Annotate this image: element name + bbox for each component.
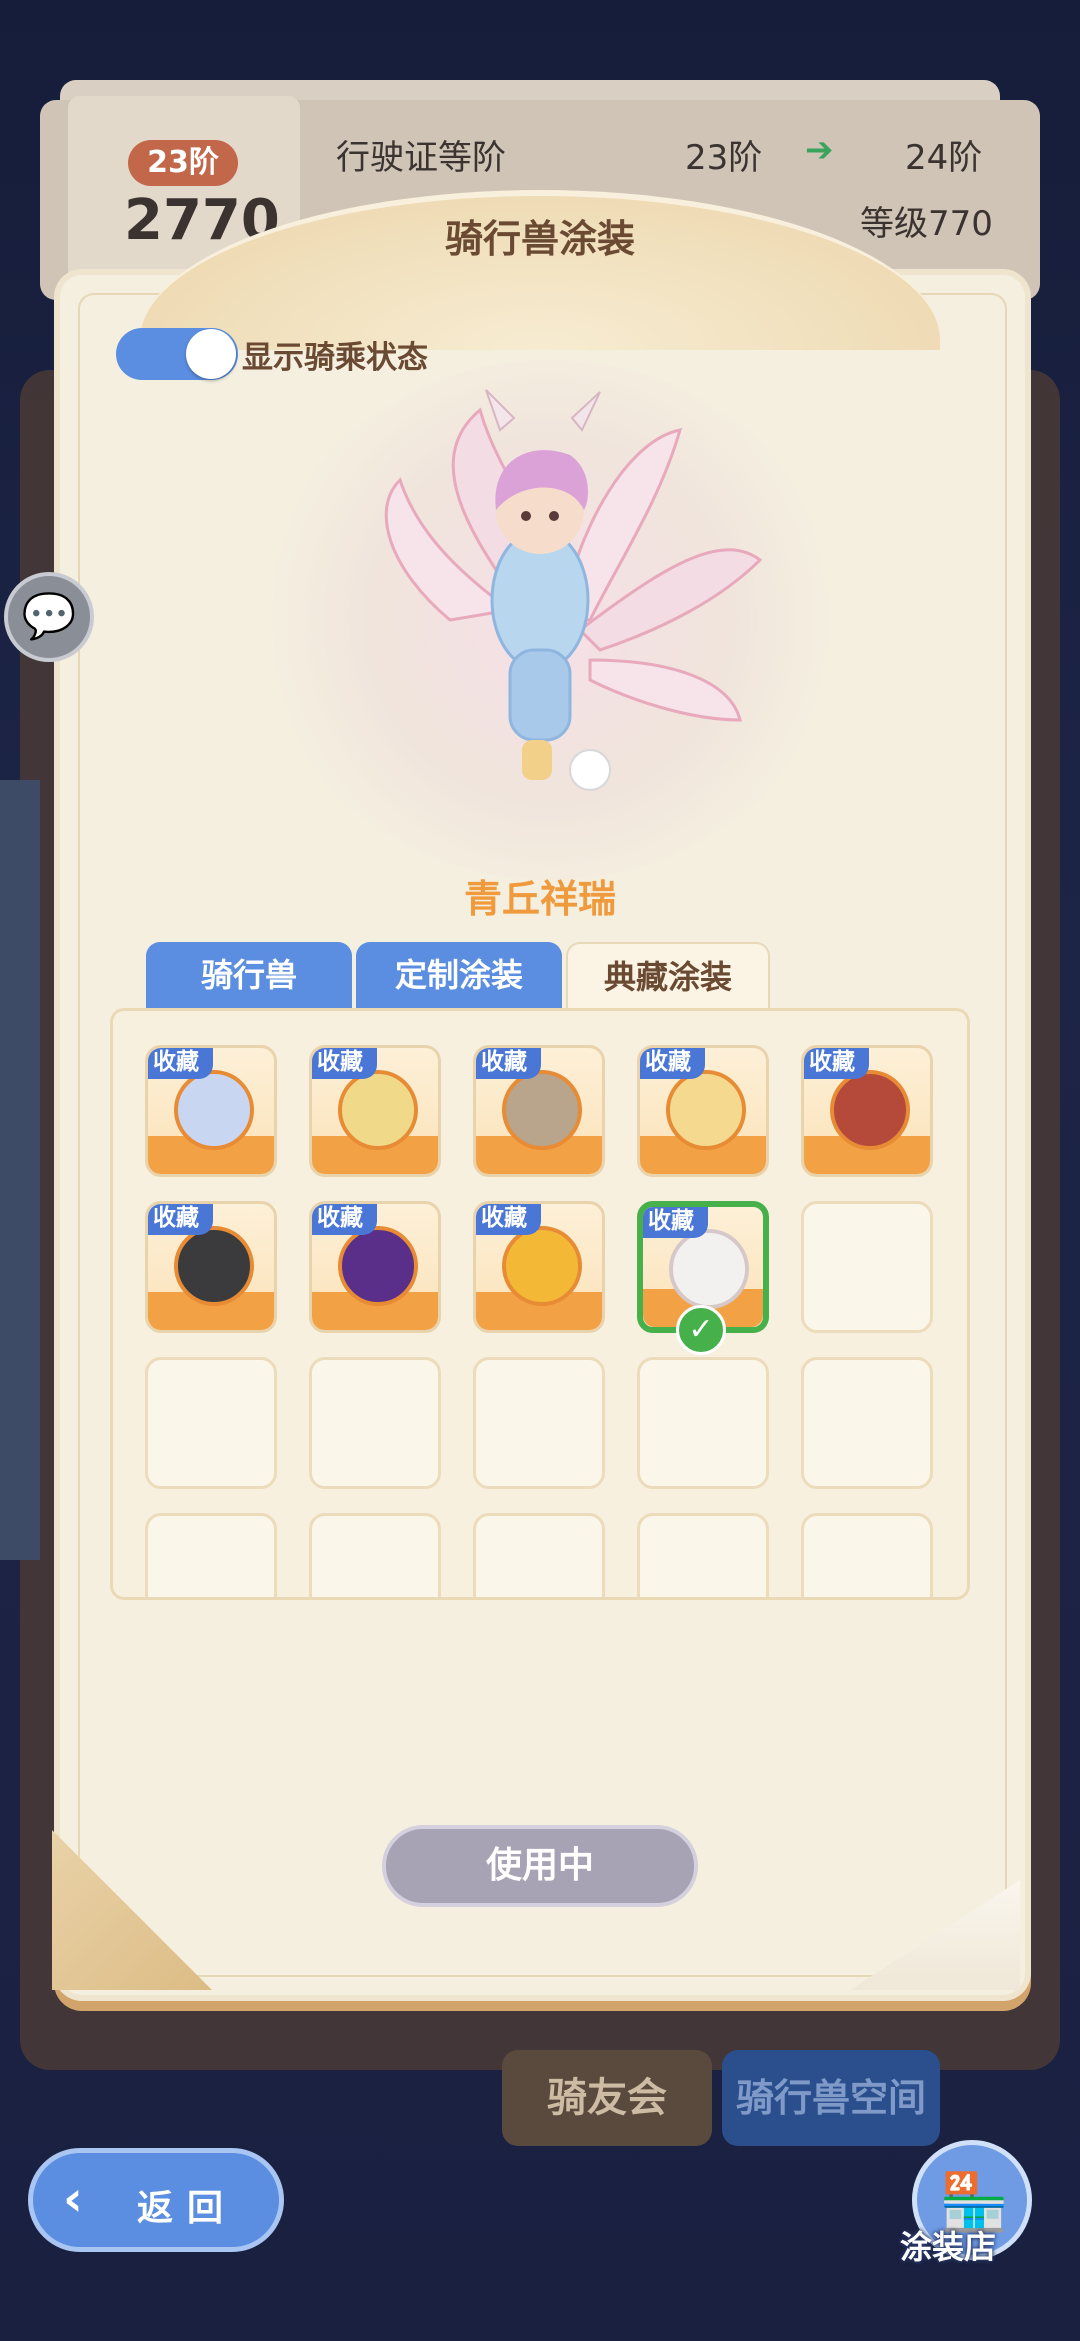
- tier-badge: 23阶: [128, 140, 238, 186]
- empty-slot[interactable]: [145, 1513, 277, 1597]
- dialog-title: 骑行兽涂装: [444, 217, 635, 261]
- collection-badge: 收藏: [148, 1048, 213, 1079]
- pass-title: 行驶证等阶: [336, 138, 506, 178]
- tab-collection-paint[interactable]: 典藏涂装: [566, 942, 770, 1008]
- paint-slot[interactable]: 收藏: [145, 1045, 277, 1177]
- paint-slot[interactable]: 收藏: [309, 1045, 441, 1177]
- purple-mecha-icon: [338, 1226, 418, 1306]
- in-use-button[interactable]: 使用中: [382, 1825, 698, 1907]
- black-cat-icon: [174, 1226, 254, 1306]
- background-left-strip: [0, 780, 40, 1560]
- empty-slot[interactable]: [637, 1357, 769, 1489]
- golden-sun-wheel-icon: [502, 1226, 582, 1306]
- next-tier: 24阶: [905, 138, 983, 178]
- empty-slot[interactable]: [801, 1201, 933, 1333]
- back-label: 返回: [137, 2188, 238, 2229]
- paint-slot[interactable]: 收藏: [309, 1201, 441, 1333]
- pass-level: 等级770: [860, 204, 993, 244]
- empty-slot[interactable]: [801, 1513, 933, 1597]
- paint-slot[interactable]: 收藏: [473, 1201, 605, 1333]
- collection-badge: 收藏: [312, 1048, 377, 1079]
- riding-state-toggle[interactable]: [116, 328, 238, 380]
- paint-slot[interactable]: 收藏: [637, 1045, 769, 1177]
- collection-badge: 收藏: [476, 1204, 541, 1235]
- empty-slot[interactable]: [637, 1513, 769, 1597]
- paint-slot[interactable]: 收藏: [473, 1045, 605, 1177]
- arrow-icon: ➔: [805, 130, 834, 170]
- white-fox-icon: [669, 1229, 749, 1309]
- empty-slot[interactable]: [309, 1357, 441, 1489]
- red-sleigh-icon: [830, 1070, 910, 1150]
- empty-slot[interactable]: [145, 1357, 277, 1489]
- empty-slot[interactable]: [801, 1357, 933, 1489]
- collection-badge: 收藏: [804, 1048, 869, 1079]
- current-tier: 23阶: [685, 138, 763, 178]
- collection-badge: 收藏: [476, 1048, 541, 1079]
- empty-slot[interactable]: [473, 1357, 605, 1489]
- mount-preview[interactable]: [300, 370, 800, 850]
- tab-mount[interactable]: 骑行兽: [146, 942, 352, 1008]
- collection-badge: 收藏: [312, 1204, 377, 1235]
- mount-name: 青丘祥瑞: [463, 877, 616, 921]
- golden-girl-icon: [666, 1070, 746, 1150]
- back-arrow-icon: ‹: [63, 2171, 83, 2227]
- empty-slot[interactable]: [309, 1513, 441, 1597]
- collection-badge: 收藏: [640, 1048, 705, 1079]
- paint-slot[interactable]: 收藏: [801, 1045, 933, 1177]
- tab-rider-club[interactable]: 骑友会: [502, 2050, 712, 2146]
- golden-bow-icon: [338, 1070, 418, 1150]
- paint-shop-label: 涂装店: [900, 2228, 997, 2266]
- blue-sword-spirit-icon: [174, 1070, 254, 1150]
- selected-check-icon: ✓: [676, 1305, 726, 1355]
- paint-grid: 收藏 收藏 收藏 收藏 收藏 收藏 收藏 收藏 收藏: [110, 1008, 970, 1600]
- back-button[interactable]: ‹ 返回: [28, 2148, 284, 2252]
- empty-slot[interactable]: [473, 1513, 605, 1597]
- chat-icon[interactable]: 💬: [4, 572, 94, 662]
- pass-tier-row: 行驶证等阶 23阶 ➔ 24阶: [310, 120, 1010, 180]
- tab-custom-paint[interactable]: 定制涂装: [356, 942, 562, 1008]
- collection-badge: 收藏: [148, 1204, 213, 1235]
- bear-plush-icon: [502, 1070, 582, 1150]
- paint-slot[interactable]: 收藏: [145, 1201, 277, 1333]
- tab-mount-space[interactable]: 骑行兽空间: [722, 2050, 940, 2146]
- toggle-knob: [186, 329, 236, 379]
- collection-badge: 收藏: [643, 1207, 708, 1238]
